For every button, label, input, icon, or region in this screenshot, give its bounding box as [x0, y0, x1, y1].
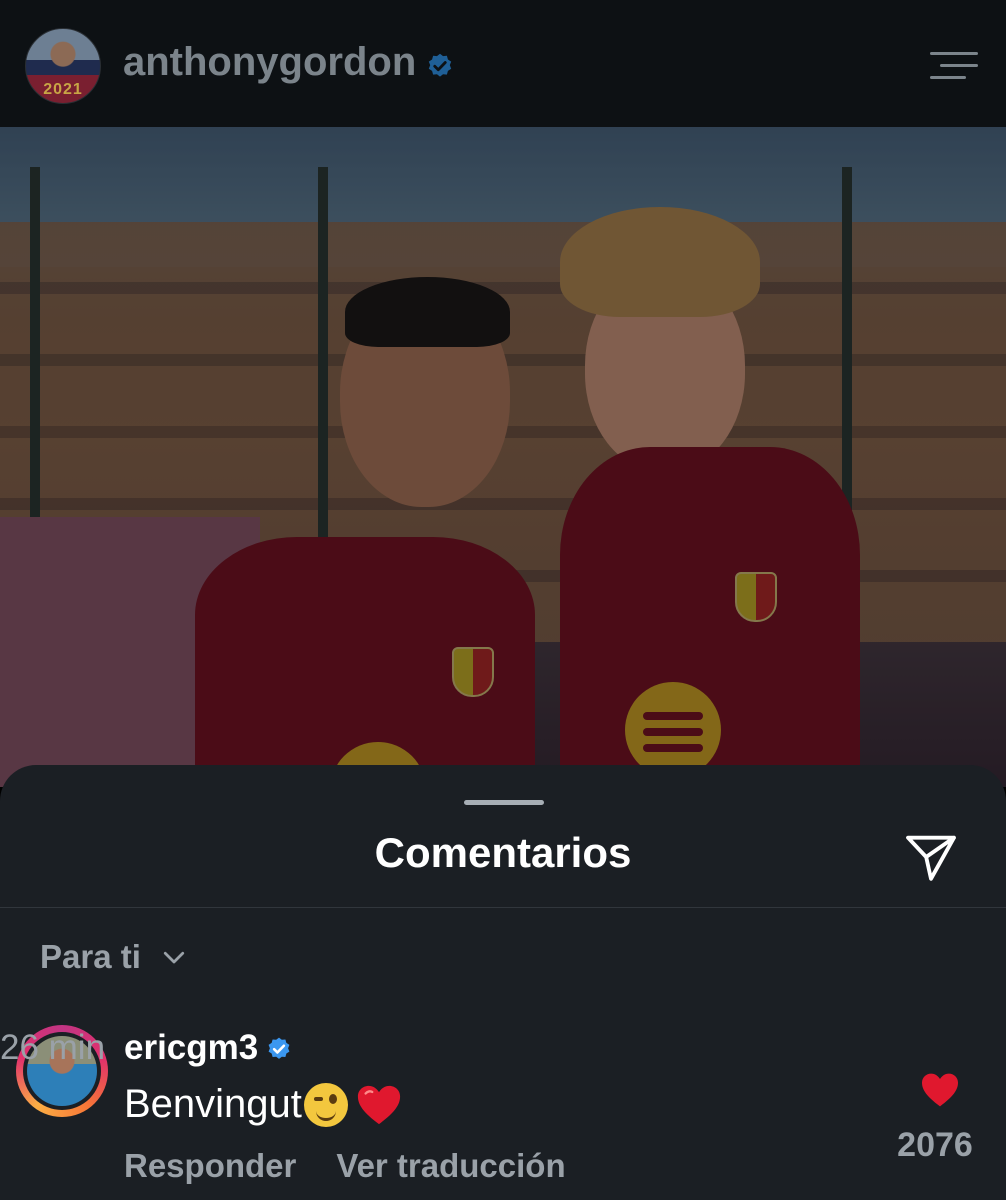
sheet-title: Comentarios: [374, 829, 632, 876]
translate-button[interactable]: Ver traducción: [336, 1147, 565, 1185]
comments-sheet: Comentarios: [0, 765, 1006, 1200]
reply-button[interactable]: Responder: [124, 1147, 296, 1185]
chevron-down-icon: [163, 951, 185, 964]
menu-icon[interactable]: [930, 50, 978, 80]
filter-label: Para ti: [40, 938, 141, 975]
like-count: 2076: [897, 1126, 973, 1164]
verified-badge-icon: [428, 53, 452, 77]
comment-timestamp: 26 min: [0, 1028, 106, 1067]
sheet-grabber[interactable]: [464, 800, 544, 805]
comment-actions: Responder Ver traducción: [124, 1147, 566, 1185]
avatar-jersey-text: 2021: [43, 81, 83, 98]
profile-header: 2021 anthonygordon: [0, 0, 1006, 127]
comment-filter-dropdown[interactable]: Para ti: [40, 934, 189, 980]
commenter-username[interactable]: ericgm3: [124, 1028, 258, 1068]
share-icon[interactable]: [902, 828, 960, 886]
post-photo: [0, 127, 1006, 787]
profile-avatar[interactable]: 2021: [25, 28, 101, 104]
sheet-divider: [0, 907, 1006, 908]
heart-icon[interactable]: [920, 1072, 960, 1108]
red-heart-emoji: [357, 1085, 401, 1124]
verified-badge-icon: [268, 1037, 290, 1059]
comment-text: Benvingut: [124, 1082, 402, 1127]
winking-face-emoji: [303, 1082, 348, 1127]
profile-username[interactable]: anthonygordon: [123, 40, 416, 85]
comment-body: Benvingut: [124, 1082, 302, 1126]
